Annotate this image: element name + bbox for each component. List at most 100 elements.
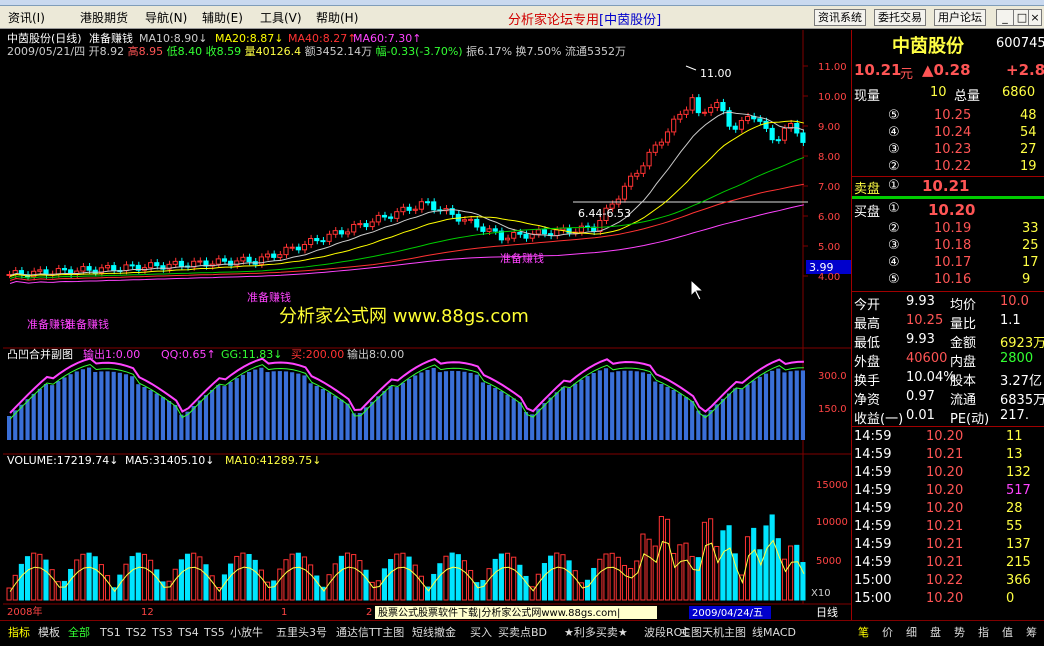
indicator-tab[interactable]: TS5 [204, 624, 225, 642]
right-tab[interactable]: 值 [1002, 624, 1013, 642]
sub-bar [450, 370, 455, 440]
volume-scale-x10: X10 [811, 588, 831, 599]
indicator-tab[interactable]: TS1 [100, 624, 121, 642]
menu-fuzhu[interactable]: 辅助(E) [202, 9, 243, 26]
volume-bar [277, 568, 283, 601]
volume-ma5: MA5:31405.10↓ [125, 454, 214, 467]
sub-bar [474, 374, 479, 440]
indicator-tab[interactable]: 全部 [68, 624, 90, 642]
menu-gongju[interactable]: 工具(V) [260, 9, 302, 26]
ma20-label: MA20:8.87↓ [215, 32, 283, 45]
sub-bar [425, 369, 430, 440]
chart-svg[interactable]: 中茵股份(日线) 准备赚钱 MA10:8.90↓ MA20:8.87↓ MA40… [3, 30, 851, 620]
right-tab[interactable]: 笔 [858, 624, 869, 642]
close-icon[interactable]: × [1028, 9, 1042, 26]
candle-body [338, 230, 344, 235]
candle-body [129, 264, 135, 267]
forum-banner[interactable]: 分析家论坛专用[中茵股份] [508, 9, 661, 28]
right-tab[interactable]: 价 [882, 624, 893, 642]
volume-bar [252, 559, 258, 601]
candle-body [664, 131, 671, 143]
stat-value: 10.25 [906, 313, 944, 328]
minimize-icon[interactable]: _ [996, 9, 1014, 26]
indicator-tab[interactable]: TS2 [126, 624, 147, 642]
forum-button[interactable]: 用户论坛 [934, 9, 986, 26]
indicator-tab[interactable]: ★利多买卖★ [564, 624, 628, 642]
indicator-tab[interactable]: 买卖点BD [498, 624, 547, 642]
indicator-tab[interactable]: 模板 [38, 624, 60, 642]
trade-button[interactable]: 委托交易 [874, 9, 926, 26]
indicator-tab[interactable]: 主图天机主图 [680, 624, 746, 642]
sub-bar [548, 397, 553, 440]
indicator-tab[interactable]: 线MACD [752, 624, 796, 642]
sub-bar [80, 369, 85, 440]
sub-bar [148, 390, 153, 440]
volume-bar [492, 558, 498, 601]
volume-bar [400, 552, 406, 601]
y-tick-label: 5000 [816, 556, 841, 567]
chart-panel[interactable]: 中茵股份(日线) 准备赚钱 MA10:8.90↓ MA20:8.87↓ MA40… [3, 30, 851, 620]
menu-daohang[interactable]: 导航(N) [145, 9, 187, 26]
candle-body [695, 97, 701, 114]
volume-bar [338, 555, 344, 601]
right-tab[interactable]: 势 [954, 624, 965, 642]
bid-level: ② [888, 221, 900, 236]
volume-bar [117, 574, 123, 601]
menu-zixun[interactable]: 资讯(I) [8, 9, 45, 26]
candle-body [714, 102, 720, 109]
sub-bar [591, 372, 596, 440]
volume-bar [363, 569, 369, 601]
tick-time: 14:59 [854, 447, 892, 462]
menu-bangzhu[interactable]: 帮助(H) [316, 9, 358, 26]
sub-bar [573, 383, 578, 440]
info-amount: 额3452.14万 [305, 45, 373, 58]
indicator-tab[interactable]: 指标 [8, 624, 30, 642]
sub-bar [745, 384, 750, 440]
volume-bar [86, 552, 92, 601]
sub-bar [413, 375, 418, 440]
candle-body [246, 256, 252, 263]
right-tab[interactable]: 筹 [1026, 624, 1037, 642]
indicator-tab[interactable]: 通达信TT主图 [336, 624, 404, 642]
y-tick-label: 5.00 [818, 242, 840, 253]
sub-bar [431, 367, 436, 440]
sub-bar [499, 391, 504, 440]
sub-bar [191, 406, 196, 440]
stat-value: 6835万 [1000, 393, 1044, 408]
volume-bar [135, 552, 141, 601]
sub-bar [62, 377, 67, 440]
indicator-tab[interactable]: TS3 [152, 624, 173, 642]
period-label[interactable]: 日线 [816, 605, 838, 619]
candle-body [283, 246, 289, 256]
sub-bar [530, 414, 535, 440]
right-tab[interactable]: 细 [906, 624, 917, 642]
tick-time: 14:59 [854, 537, 892, 552]
sub-bar [277, 371, 282, 440]
indicator-tab[interactable]: TS4 [178, 624, 199, 642]
sub-bar [345, 403, 350, 440]
indicator-tab[interactable]: 小放牛 [230, 624, 263, 642]
volume-bar [92, 556, 98, 601]
sub-bar [511, 398, 516, 440]
volume-bar [517, 564, 523, 601]
indicator-tab[interactable]: 买入 [470, 624, 492, 642]
bid-volume: 33 [1022, 221, 1039, 236]
y-tick-label: 150.0 [818, 404, 847, 415]
right-tab[interactable]: 指 [978, 624, 989, 642]
zixun-system-button[interactable]: 资讯系统 [814, 9, 866, 26]
sub-bar [43, 383, 49, 440]
indicator-tab[interactable]: 五里头3号 [276, 624, 327, 642]
ask-level: ④ [888, 125, 900, 140]
volume-bar [769, 514, 775, 601]
menu-ganggu[interactable]: 港股期货 [80, 9, 128, 26]
sub-out1: 输出1:0.00 [83, 347, 140, 361]
price-unit: 元 [900, 67, 914, 82]
indicator-tab[interactable]: 短线撤金 [412, 624, 456, 642]
sub-bar [597, 370, 602, 440]
candle-body [517, 231, 523, 235]
right-tab[interactable]: 盘 [930, 624, 941, 642]
volume-bar [98, 564, 104, 601]
volume-bar [283, 559, 289, 601]
forum-link[interactable]: [中茵股份] [599, 13, 661, 28]
download-banner-text[interactable]: 股票公式股票软件下载|分析家公式网www.88gs.com| [378, 606, 620, 619]
